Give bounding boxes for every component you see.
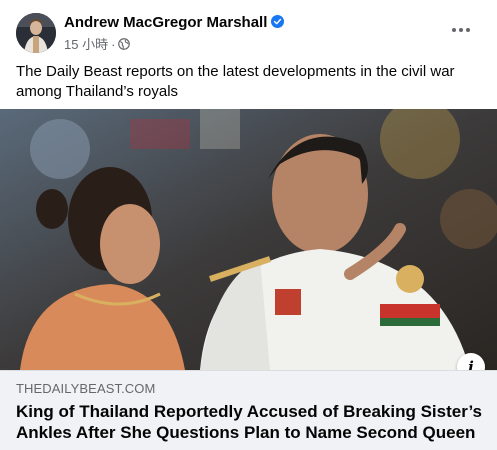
post-meta: 15 小時 · bbox=[64, 34, 131, 53]
post-header: Andrew MacGregor Marshall 15 小時 · bbox=[16, 12, 485, 54]
meta-separator: · bbox=[111, 37, 116, 52]
info-icon: i bbox=[468, 358, 474, 370]
author-name-text[interactable]: Andrew MacGregor Marshall bbox=[64, 14, 267, 31]
link-preview-footer[interactable]: THEDAILYBEAST.COM King of Thailand Repor… bbox=[0, 370, 497, 450]
verified-badge-icon bbox=[271, 15, 285, 28]
avatar-photo bbox=[16, 13, 56, 53]
post-text: The Daily Beast reports on the latest de… bbox=[16, 63, 455, 100]
globe-icon[interactable] bbox=[118, 38, 131, 50]
link-title[interactable]: King of Thailand Reportedly Accused of B… bbox=[16, 401, 486, 443]
author-name[interactable]: Andrew MacGregor Marshall bbox=[64, 14, 285, 31]
author-avatar[interactable] bbox=[16, 13, 56, 53]
link-preview-image[interactable]: i bbox=[0, 109, 497, 370]
link-domain: THEDAILYBEAST.COM bbox=[16, 381, 156, 396]
more-options-icon bbox=[452, 28, 470, 32]
article-photo bbox=[0, 109, 497, 370]
more-options-button[interactable] bbox=[447, 16, 475, 44]
post-timestamp[interactable]: 15 小時 bbox=[64, 37, 108, 52]
